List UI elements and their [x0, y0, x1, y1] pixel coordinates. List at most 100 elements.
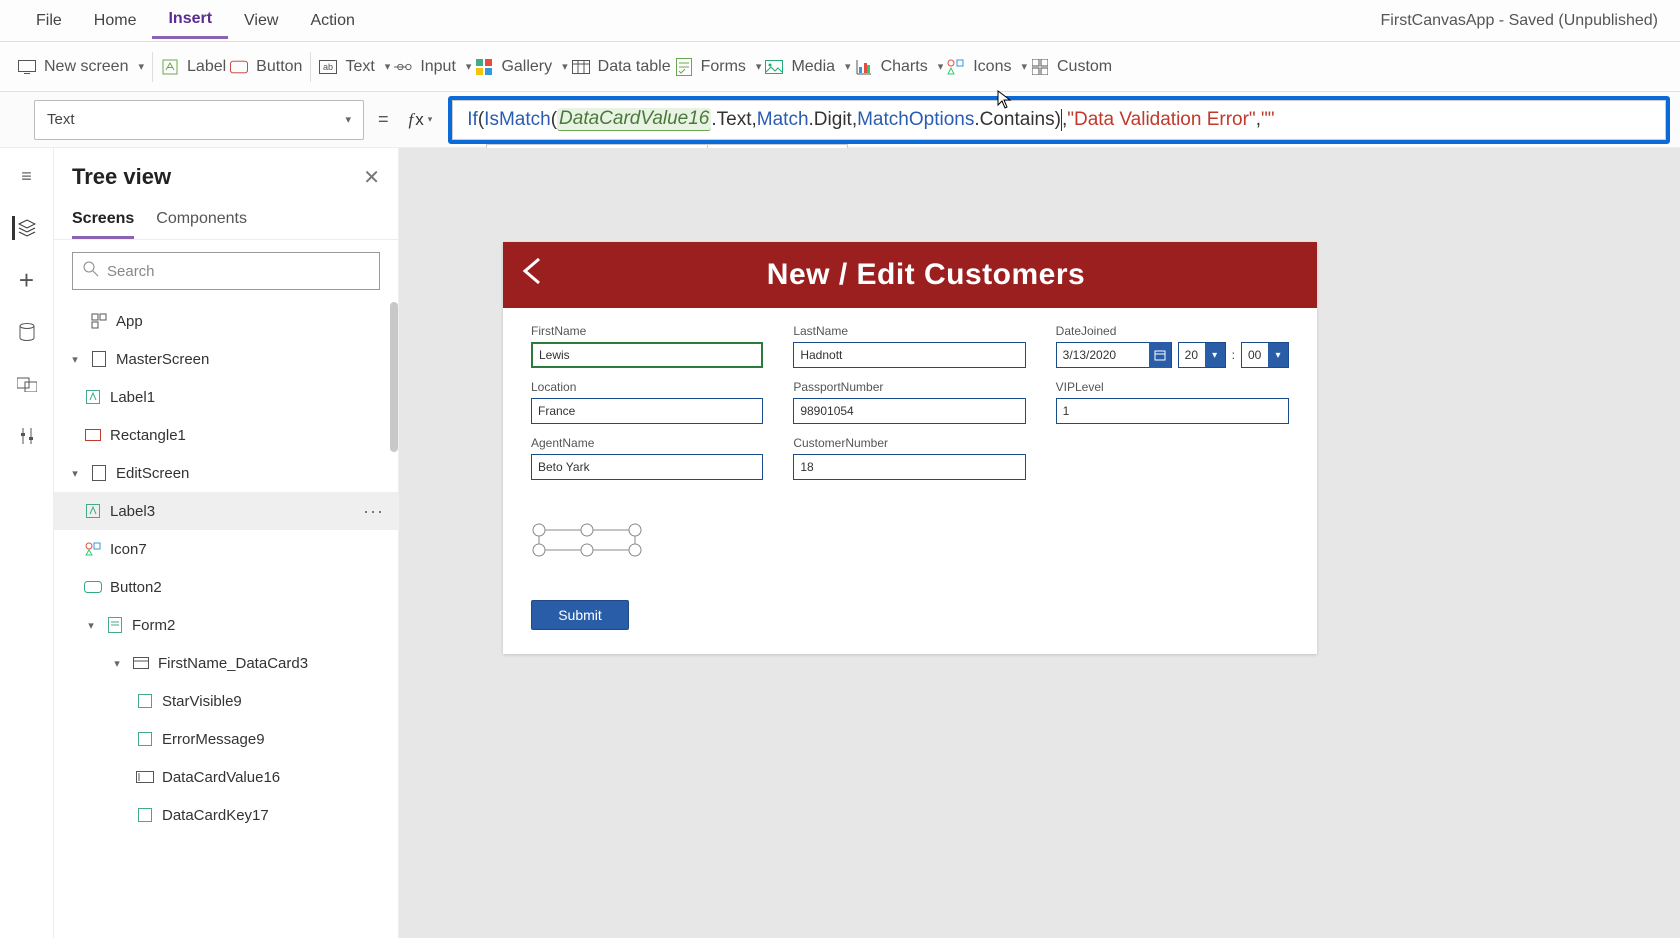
left-rail: ≡ + [0, 148, 54, 938]
property-selector[interactable]: Text ▾ [34, 100, 364, 140]
ribbon-button[interactable]: Button [230, 58, 302, 76]
tools-icon[interactable] [15, 424, 39, 448]
tree-item-label1[interactable]: Label1 [54, 378, 398, 416]
data-icon[interactable] [15, 320, 39, 344]
label-agentname: AgentName [531, 436, 763, 450]
top-menu-bar: File Home Insert View Action FirstCanvas… [0, 0, 1680, 42]
chevron-down-icon: ▾ [1021, 60, 1027, 73]
menu-action[interactable]: Action [294, 4, 370, 38]
chevron-down-icon: ▾ [845, 60, 851, 73]
ribbon-input[interactable]: Input▾ [394, 58, 471, 76]
canvas-area[interactable]: New / Edit Customers FirstName LastName … [399, 148, 1680, 938]
button-icon [84, 578, 102, 596]
input-passport[interactable] [793, 398, 1025, 424]
ribbon-datatable[interactable]: Data table [572, 58, 671, 76]
media-rail-icon[interactable] [15, 372, 39, 396]
input-agentname[interactable] [531, 454, 763, 480]
tree-item-datacardvalue16[interactable]: DataCardValue16 [54, 758, 398, 796]
search-icon [83, 261, 99, 281]
textinput-icon [136, 768, 154, 786]
shapes-icon [84, 540, 102, 558]
input-firstname[interactable] [531, 342, 763, 368]
icons-icon [947, 58, 965, 76]
chevron-down-icon: ▾ [1205, 343, 1225, 367]
text-icon: ab [319, 58, 337, 76]
label-lastname: LastName [793, 324, 1025, 338]
input-lastname[interactable] [793, 342, 1025, 368]
label-passport: PassportNumber [793, 380, 1025, 394]
tree-view-icon[interactable] [12, 216, 39, 240]
menu-home[interactable]: Home [78, 4, 153, 38]
tree-item-label3[interactable]: Label3 ··· [54, 492, 398, 530]
menu-insert[interactable]: Insert [152, 2, 228, 39]
tree-item-icon7[interactable]: Icon7 [54, 530, 398, 568]
chevron-down-icon: ▾ [1268, 343, 1288, 367]
ribbon-new-screen[interactable]: New screen▾ [18, 58, 144, 76]
label-icon [136, 806, 154, 824]
tree-item-masterscreen[interactable]: ▾ MasterScreen [54, 340, 398, 378]
more-icon[interactable]: ··· [363, 501, 384, 522]
datacard-icon [132, 654, 150, 672]
input-icon [394, 58, 412, 76]
screen-icon [90, 350, 108, 368]
screen-icon [90, 464, 108, 482]
selection-handles[interactable] [531, 522, 1289, 558]
ribbon-gallery[interactable]: Gallery▾ [475, 58, 567, 76]
chevron-down-icon: ▾ [466, 60, 472, 73]
menu-file[interactable]: File [20, 4, 78, 38]
ribbon-text[interactable]: ab Text▾ [319, 58, 390, 76]
close-icon[interactable]: ✕ [363, 165, 380, 190]
submit-button[interactable]: Submit [531, 600, 629, 630]
menu-view[interactable]: View [228, 4, 294, 38]
tree-item-starvisible9[interactable]: StarVisible9 [54, 682, 398, 720]
formula-input[interactable]: If(IsMatch(DataCardValue16.Text, Match.D… [452, 100, 1666, 140]
custom-icon [1031, 58, 1049, 76]
equals-sign: = [374, 109, 393, 130]
tree-item-rectangle1[interactable]: Rectangle1 [54, 416, 398, 454]
form-card: New / Edit Customers FirstName LastName … [503, 242, 1317, 654]
form-title: New / Edit Customers [553, 258, 1299, 292]
input-date[interactable]: 3/13/2020 [1056, 342, 1172, 368]
screen-icon [18, 58, 36, 76]
ribbon-charts[interactable]: Charts▾ [855, 58, 944, 76]
fx-button[interactable]: fx▾ [403, 110, 439, 130]
formula-bar: Text ▾ = fx▾ If(IsMatch(DataCardValue16.… [0, 92, 1680, 148]
label-customernumber: CustomerNumber [793, 436, 1025, 450]
rectangle-icon [84, 426, 102, 444]
tree-item-app[interactable]: App [54, 302, 398, 340]
tree-item-errormessage9[interactable]: ErrorMessage9 [54, 720, 398, 758]
tree-item-datacardkey17[interactable]: DataCardKey17 [54, 796, 398, 834]
tree-item-editscreen[interactable]: ▾ EditScreen [54, 454, 398, 492]
back-icon[interactable] [521, 257, 553, 293]
tree-item-firstname-datacard[interactable]: ▾ FirstName_DataCard3 [54, 644, 398, 682]
form-icon [106, 616, 124, 634]
chart-icon [855, 58, 873, 76]
tree-item-button2[interactable]: Button2 [54, 568, 398, 606]
ribbon-custom[interactable]: Custom [1031, 58, 1112, 76]
label-icon [136, 730, 154, 748]
insert-icon[interactable]: + [15, 268, 39, 292]
ribbon-media[interactable]: Media▾ [765, 58, 850, 76]
app-title: FirstCanvasApp - Saved (Unpublished) [1381, 12, 1660, 30]
ribbon-icons[interactable]: Icons▾ [947, 58, 1027, 76]
input-customernumber[interactable] [793, 454, 1025, 480]
calendar-icon[interactable] [1149, 342, 1171, 368]
input-location[interactable] [531, 398, 763, 424]
ribbon-forms[interactable]: Forms▾ [675, 58, 762, 76]
tab-components[interactable]: Components [156, 202, 247, 239]
tree-item-form2[interactable]: ▾ Form2 [54, 606, 398, 644]
tree-view-title: Tree view [72, 164, 171, 190]
hamburger-icon[interactable]: ≡ [15, 164, 39, 188]
chevron-down-icon: ▾ [938, 60, 944, 73]
select-hour[interactable]: 20 ▾ [1178, 342, 1226, 368]
chevron-down-icon: ▾ [138, 60, 144, 73]
tree-search-input[interactable]: Search [72, 252, 380, 290]
label-location: Location [531, 380, 763, 394]
ribbon-toolbar: New screen▾ Label Button ab Text▾ Input▾… [0, 42, 1680, 92]
chevron-down-icon: ▾ [345, 113, 351, 126]
select-minute[interactable]: 00 ▾ [1241, 342, 1289, 368]
ribbon-label[interactable]: Label [161, 58, 226, 76]
tab-screens[interactable]: Screens [72, 202, 134, 239]
input-viplevel[interactable] [1056, 398, 1289, 424]
label-icon [84, 388, 102, 406]
